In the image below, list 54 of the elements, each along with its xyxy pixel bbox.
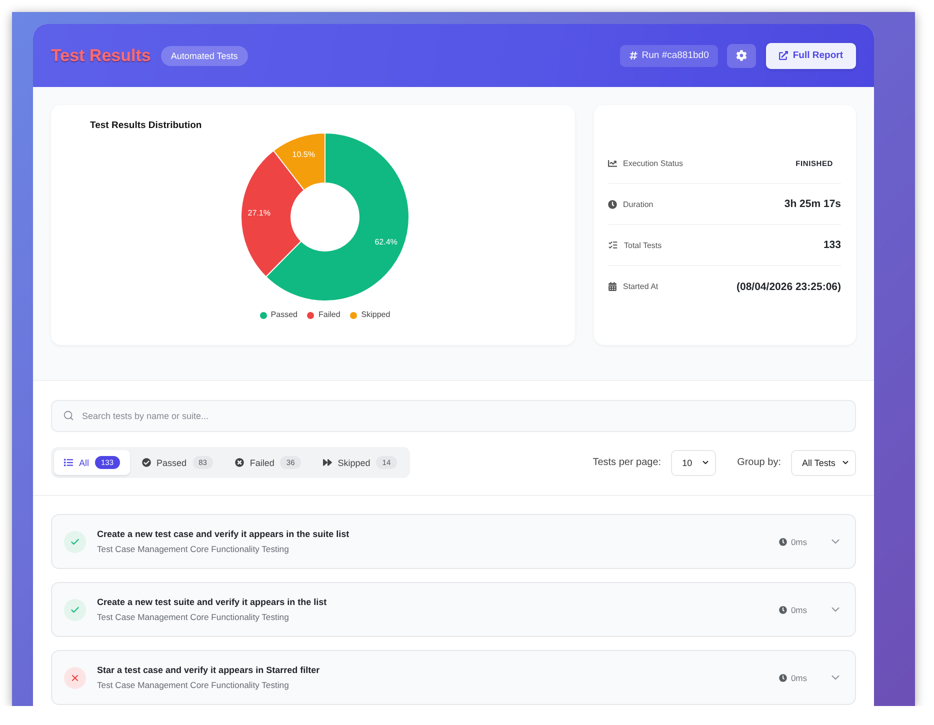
clock-icon [778,674,787,682]
stat-value: (08/04/2026 23:25:06) [736,280,841,292]
test-title: Create a new test suite and verify it appears in the list [97,597,327,607]
calendar-icon [608,282,617,291]
test-result-row[interactable]: Create a new test suite and verify it appears in the list Test Case Management Core Functionality Testing 0ms [51,582,856,637]
stat-label: Started At [623,282,658,291]
chevron-down-icon [841,458,850,467]
automated-tests-badge: Automated Tests [160,46,248,66]
chevron-down-icon [701,458,710,467]
stat-value: 133 [823,239,841,251]
test-title: Create a new test case and verify it appears in the suite list [97,529,350,539]
search-icon [63,410,74,421]
test-title: Star a test case and verify it appears in Starred filter [97,665,320,675]
legend-label: Skipped [361,309,390,321]
group-by-label: Group by: [737,457,781,468]
test-duration: 0ms [790,672,807,682]
full-report-button[interactable]: Full Report [766,42,856,68]
tests-per-page-select[interactable]: 10 [671,450,716,476]
test-result-row[interactable]: Star a test case and verify it appears in Starred filter Test Case Management Core Functionality Testing 0ms [51,650,856,705]
clock-icon [778,606,787,614]
cross-icon [64,666,86,688]
slice-label: 27.1% [248,208,270,218]
group-by-select[interactable]: All Tests [791,450,856,476]
test-suite-name: Test Case Management Core Functionality Testing [97,680,289,690]
chart-title: Test Results Distribution [89,119,203,132]
stat-value: 3h 25m 17s [784,198,841,210]
page-title: Test Results [51,46,151,66]
tests-per-page-label: Tests per page: [592,457,662,468]
stat-label: Total Tests [624,240,662,250]
settings-icon [736,50,747,61]
search-field[interactable]: Search tests by name or suite... [51,400,856,432]
line-chart-icon [608,158,617,168]
external-link-icon [778,51,788,60]
test-result-row[interactable]: Create a new test case and verify it appears in the suite list Test Case Management Core Functionality Testing 0ms [51,514,856,569]
settings-button[interactable] [726,44,756,68]
test-duration: 0ms [790,536,807,546]
test-suite-name: Test Case Management Core Functionality Testing [97,544,289,554]
stat-label: Duration [623,200,654,208]
fast-forward-icon [322,458,332,467]
slice-label: 10.5% [292,150,315,160]
check-icon [64,598,86,620]
check-icon [64,530,86,552]
legend-label: Failed [318,309,340,321]
clock-icon [778,538,787,546]
clock-icon [608,200,617,208]
checklist-icon [608,240,618,250]
test-duration: 0ms [790,604,807,614]
list-icon [64,458,73,467]
test-suite-name: Test Case Management Core Functionality Testing [97,612,289,622]
run-id-text: Run #ca881bd0 [642,50,709,61]
hash-icon [628,51,638,60]
stat-label: Execution Status [623,158,684,168]
legend-label: Passed [270,309,298,321]
slice-label: 62.4% [374,238,398,247]
